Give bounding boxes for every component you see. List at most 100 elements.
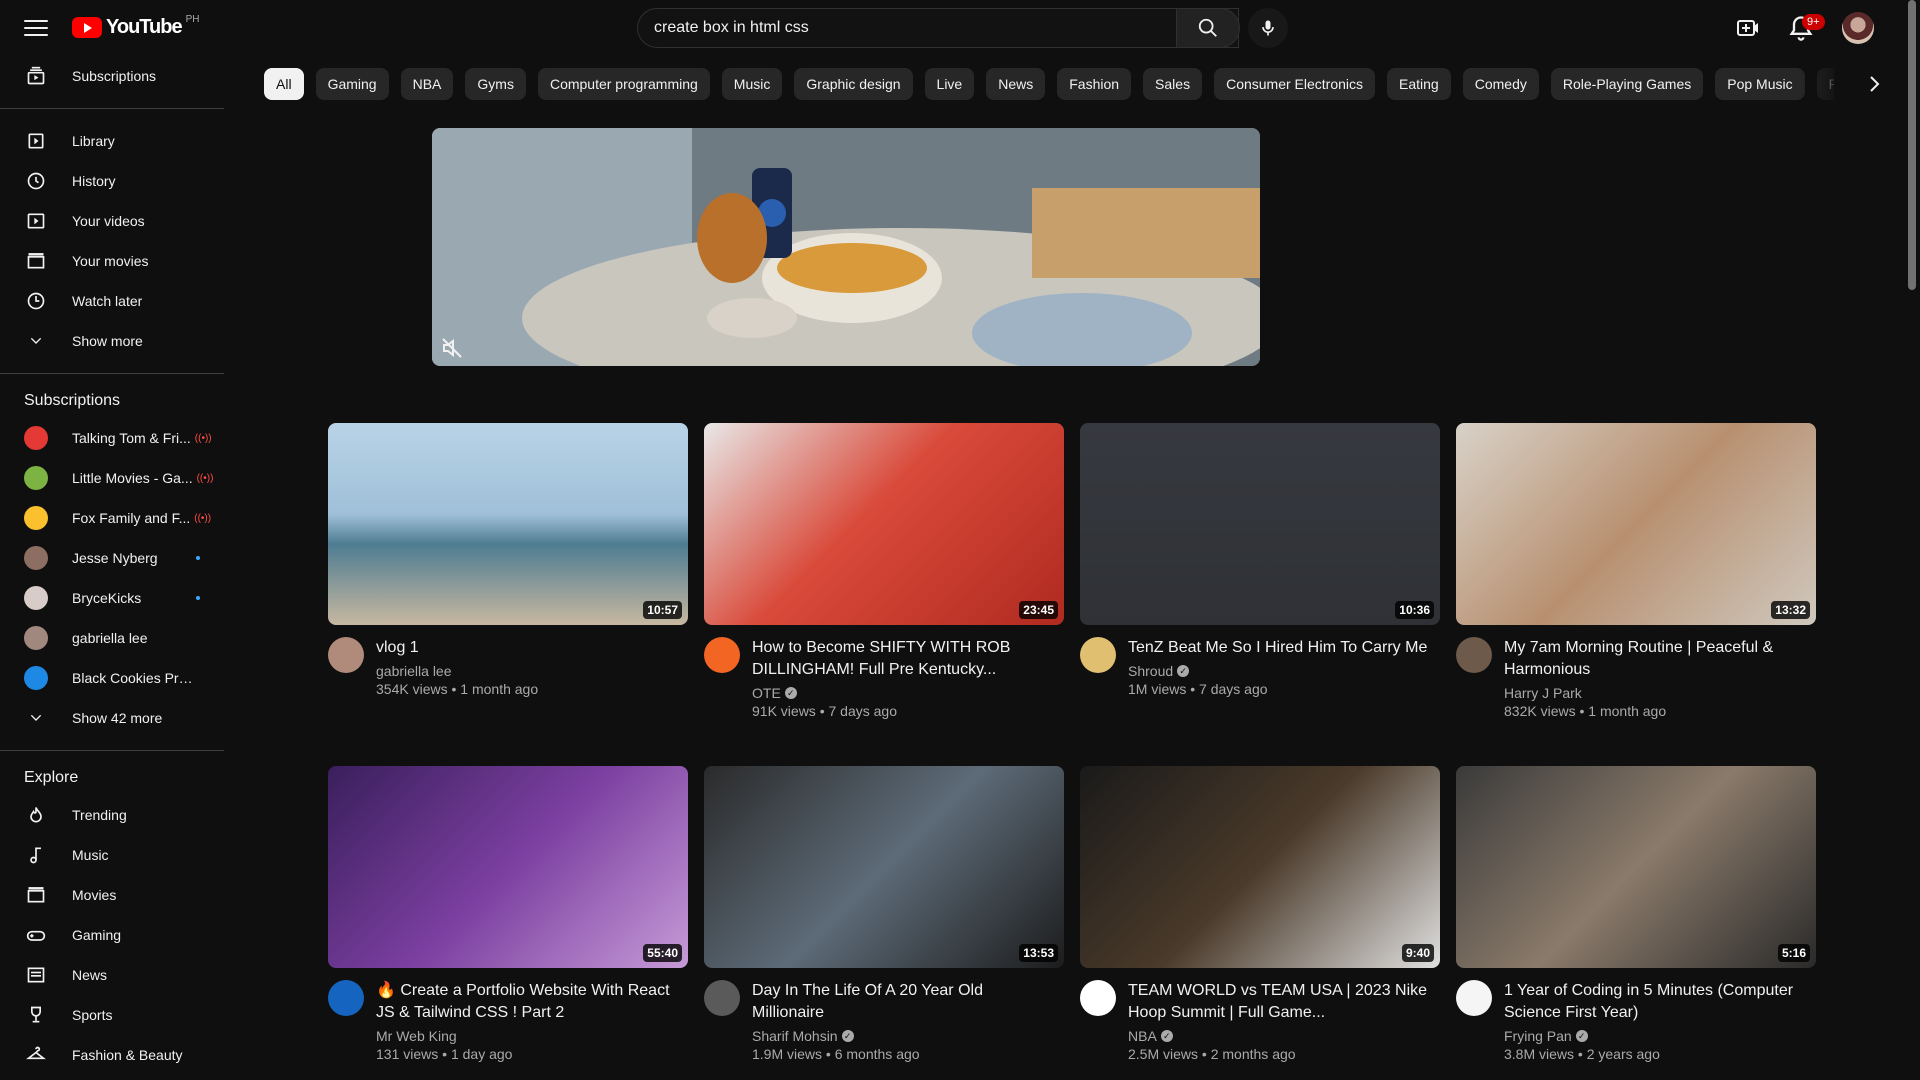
filter-chip[interactable]: Comedy — [1462, 68, 1539, 100]
search-input[interactable] — [654, 19, 1174, 37]
video-title[interactable]: vlog 1 — [376, 637, 676, 659]
video-duration: 55:40 — [643, 944, 682, 962]
sidebar-item-subscription[interactable]: Little Movies - Ga... ((•)) — [0, 458, 224, 498]
muted-speaker-icon[interactable] — [440, 336, 464, 360]
video-title[interactable]: TenZ Beat Me So I Hired Him To Carry Me — [1128, 637, 1428, 659]
channel-avatar[interactable] — [1456, 980, 1492, 1016]
channel-name[interactable]: NBA — [1128, 1028, 1157, 1044]
sidebar-item-subscription[interactable]: Jesse Nyberg — [0, 538, 224, 578]
channel-name[interactable]: Shroud — [1128, 663, 1173, 679]
sidebar-item-watch-later[interactable]: Watch later — [0, 281, 224, 321]
filter-chip[interactable]: Fashion — [1057, 68, 1132, 100]
video-card[interactable]: 13:32 My 7am Morning Routine | Peaceful &… — [1456, 423, 1816, 719]
separator-dot: • — [822, 1046, 835, 1062]
sidebar-item-subscription[interactable]: gabriella lee — [0, 618, 224, 658]
sidebar-item-news[interactable]: News — [0, 955, 224, 995]
separator-dot: • — [438, 1046, 451, 1062]
video-title[interactable]: My 7am Morning Routine | Peaceful & Harm… — [1504, 637, 1804, 681]
video-card[interactable]: 23:45 How to Become SHIFTY WITH ROB DILLI… — [704, 423, 1064, 719]
video-card[interactable]: 55:40 🔥 Create a Portfolio Website With R… — [328, 766, 688, 1062]
video-title[interactable]: Day In The Life Of A 20 Year Old Million… — [752, 980, 1052, 1024]
video-thumbnail[interactable]: 10:57 — [328, 423, 688, 625]
filter-chip[interactable]: Live — [924, 68, 975, 100]
sidebar-item-subscription[interactable]: BryceKicks — [0, 578, 224, 618]
create-video-icon[interactable] — [1736, 16, 1760, 40]
chevron-right-icon[interactable] — [1862, 72, 1886, 96]
video-thumbnail[interactable]: 23:45 — [704, 423, 1064, 625]
channel-name[interactable]: Frying Pan — [1504, 1028, 1572, 1044]
video-card[interactable]: 13:53 Day In The Life Of A 20 Year Old Mi… — [704, 766, 1064, 1062]
sidebar-item-label: History — [72, 173, 116, 189]
sidebar-item-show-more[interactable]: Show more — [0, 321, 224, 361]
sidebar-item-gaming[interactable]: Gaming — [0, 915, 224, 955]
video-title[interactable]: How to Become SHIFTY WITH ROB DILLINGHAM… — [752, 637, 1052, 681]
news-icon — [24, 963, 48, 987]
filter-chip[interactable]: Music — [721, 68, 783, 100]
scrollbar[interactable] — [1908, 0, 1916, 290]
sidebar-item-label: Talking Tom & Fri... — [72, 430, 191, 446]
channel-avatar[interactable] — [328, 637, 364, 673]
filter-chip[interactable]: Role-Playing Games — [1550, 68, 1704, 100]
video-card[interactable]: 5:16 1 Year of Coding in 5 Minutes (Compu… — [1456, 766, 1816, 1062]
sidebar-item-movies[interactable]: Movies — [0, 875, 224, 915]
sidebar-item-subscription[interactable]: Talking Tom & Fri... ((•)) — [0, 418, 224, 458]
sidebar-item-history[interactable]: History — [0, 161, 224, 201]
channel-avatar[interactable] — [1080, 980, 1116, 1016]
sidebar-item-subscription[interactable]: Black Cookies Prod... — [0, 658, 224, 698]
video-title[interactable]: TEAM WORLD vs TEAM USA | 2023 Nike Hoop … — [1128, 980, 1428, 1024]
sidebar-item-subscriptions[interactable]: Subscriptions — [0, 56, 224, 96]
filter-chip[interactable]: Gyms — [465, 68, 526, 100]
menu-icon[interactable] — [24, 16, 48, 40]
sidebar-item-library[interactable]: Library — [0, 121, 224, 161]
channel-avatar[interactable] — [328, 980, 364, 1016]
filter-chip[interactable]: Graphic design — [794, 68, 913, 100]
sidebar-item-fashion-beauty[interactable]: Fashion & Beauty — [0, 1035, 224, 1075]
channel-avatar[interactable] — [704, 980, 740, 1016]
voice-search-button[interactable] — [1248, 8, 1288, 48]
channel-avatar — [24, 546, 48, 570]
video-card[interactable]: 10:36 TenZ Beat Me So I Hired Him To Carr… — [1080, 423, 1440, 697]
filter-chip[interactable]: Consumer Electronics — [1214, 68, 1376, 100]
video-card[interactable]: 10:57 vlog 1 gabriella lee 354K views • 1 m… — [328, 423, 688, 697]
channel-name[interactable]: gabriella lee — [376, 663, 452, 679]
filter-chip[interactable]: Sales — [1143, 68, 1203, 100]
video-stats: 354K views • 1 month ago — [376, 681, 676, 697]
sidebar-item-label: Subscriptions — [72, 68, 157, 84]
filter-chip[interactable]: Computer programming — [537, 68, 710, 100]
channel-name[interactable]: Harry J Park — [1504, 685, 1582, 701]
sidebar-item-your-videos[interactable]: Your videos — [0, 201, 224, 241]
video-thumbnail[interactable]: 13:53 — [704, 766, 1064, 968]
channel-name[interactable]: Mr Web King — [376, 1028, 457, 1044]
channel-avatar[interactable] — [1080, 637, 1116, 673]
video-title[interactable]: 🔥 Create a Portfolio Website With React … — [376, 980, 676, 1024]
live-indicator-icon: ((•)) — [194, 512, 212, 524]
search-button[interactable] — [1176, 8, 1240, 48]
filter-chip[interactable]: Eating — [1387, 68, 1451, 100]
video-thumbnail[interactable]: 10:36 — [1080, 423, 1440, 625]
channel-name[interactable]: OTE — [752, 685, 781, 701]
channel-name[interactable]: Sharif Mohsin — [752, 1028, 838, 1044]
sidebar-item-show-more-subscriptions[interactable]: Show 42 more — [0, 698, 224, 738]
filter-chip[interactable]: All — [264, 68, 304, 100]
youtube-logo[interactable]: YouTube PH — [72, 14, 199, 39]
filter-chip[interactable]: News — [986, 68, 1046, 100]
video-thumbnail[interactable]: 5:16 — [1456, 766, 1816, 968]
video-thumbnail[interactable]: 13:32 — [1456, 423, 1816, 625]
channel-avatar[interactable] — [704, 637, 740, 673]
filter-chip[interactable]: Gaming — [315, 68, 389, 100]
video-thumbnail[interactable]: 55:40 — [328, 766, 688, 968]
sidebar-item-sports[interactable]: Sports — [0, 995, 224, 1035]
channel-avatar[interactable] — [1456, 637, 1492, 673]
sidebar-item-your-movies[interactable]: Your movies — [0, 241, 224, 281]
video-card[interactable]: 9:40 TEAM WORLD vs TEAM USA | 2023 Nike H… — [1080, 766, 1440, 1062]
account-avatar[interactable] — [1842, 12, 1874, 44]
sidebar-item-trending[interactable]: Trending — [0, 795, 224, 835]
sidebar-item-label: Music — [72, 847, 109, 863]
filter-chip[interactable]: NBA — [400, 68, 454, 100]
featured-video-player[interactable] — [432, 128, 1260, 366]
sidebar-item-subscription[interactable]: Fox Family and F... ((•)) — [0, 498, 224, 538]
video-thumbnail[interactable]: 9:40 — [1080, 766, 1440, 968]
sidebar-item-music[interactable]: Music — [0, 835, 224, 875]
filter-chip[interactable]: Pop Music — [1715, 68, 1805, 100]
video-title[interactable]: 1 Year of Coding in 5 Minutes (Computer … — [1504, 980, 1804, 1024]
